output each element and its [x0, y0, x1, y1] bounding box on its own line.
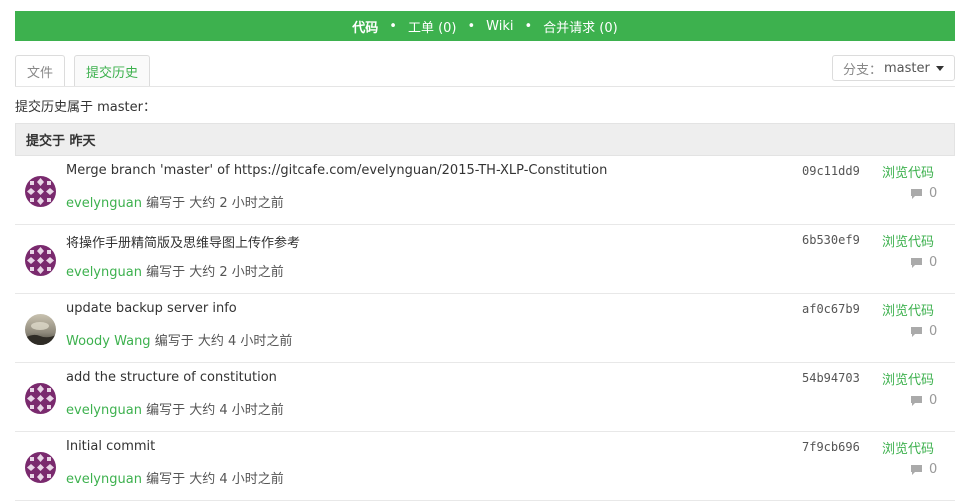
commit-time: 编写于 大约 4 小时之前	[154, 334, 293, 349]
commit-row: Initial commit evelynguan 编写于 大约 4 小时之前 …	[15, 432, 955, 501]
tabs-divider	[15, 86, 955, 87]
browse-code-link[interactable]: 浏览代码	[882, 438, 934, 457]
nav-wiki[interactable]: Wiki	[486, 19, 513, 34]
nav-code[interactable]: 代码	[352, 17, 378, 36]
commit-sha[interactable]: af0c67b9	[802, 302, 860, 316]
commit-meta: evelynguan 编写于 大约 2 小时之前	[66, 261, 284, 280]
commit-meta: evelynguan 编写于 大约 2 小时之前	[66, 192, 284, 211]
browse-code-link[interactable]: 浏览代码	[882, 162, 934, 181]
commit-time: 编写于 大约 4 小时之前	[146, 472, 284, 487]
branch-selector[interactable]: 分支： master	[832, 55, 955, 81]
comment-count-value: 0	[929, 324, 938, 339]
repo-nav-bar: 代码 • 工单 (0) • Wiki • 合并请求 (0)	[15, 11, 955, 41]
commit-group-header: 提交于 昨天	[15, 123, 955, 156]
commit-time: 编写于 大约 2 小时之前	[146, 196, 284, 211]
commit-author[interactable]: evelynguan	[66, 472, 142, 487]
commit-sha[interactable]: 7f9cb696	[802, 440, 860, 454]
commit-list: Merge branch 'master' of https://gitcafe…	[15, 156, 955, 501]
avatar[interactable]	[25, 314, 56, 345]
commit-author[interactable]: Woody Wang	[66, 334, 151, 349]
commit-meta: Woody Wang 编写于 大约 4 小时之前	[66, 330, 292, 349]
comment-count[interactable]: 0	[910, 255, 937, 270]
caret-down-icon	[935, 65, 944, 71]
browse-code-link[interactable]: 浏览代码	[882, 231, 934, 250]
comment-icon	[911, 326, 922, 337]
commit-message[interactable]: Merge branch 'master' of https://gitcafe…	[66, 163, 607, 178]
nav-separator: •	[389, 18, 397, 34]
commit-sha[interactable]: 6b530ef9	[802, 233, 860, 247]
commit-author[interactable]: evelynguan	[66, 196, 142, 211]
comment-icon	[911, 257, 922, 268]
commit-author[interactable]: evelynguan	[66, 403, 142, 418]
browse-code-link[interactable]: 浏览代码	[882, 300, 934, 319]
commit-author[interactable]: evelynguan	[66, 265, 142, 280]
comment-count[interactable]: 0	[910, 324, 937, 339]
comment-count[interactable]: 0	[910, 186, 937, 201]
commit-message[interactable]: update backup server info	[66, 301, 237, 316]
comment-icon	[911, 464, 922, 475]
commit-message[interactable]: add the structure of constitution	[66, 370, 277, 385]
commit-row: Merge branch 'master' of https://gitcafe…	[15, 156, 955, 225]
branch-label: 分支：	[843, 62, 883, 78]
comment-count[interactable]: 0	[910, 462, 937, 477]
branch-value: master	[884, 60, 930, 76]
commit-sha[interactable]: 09c11dd9	[802, 164, 860, 178]
avatar[interactable]	[25, 245, 56, 276]
nav-issues[interactable]: 工单 (0)	[408, 17, 457, 36]
history-title: 提交历史属于 master：	[15, 100, 156, 115]
commit-time: 编写于 大约 2 小时之前	[146, 265, 284, 280]
avatar[interactable]	[25, 176, 56, 207]
commit-message[interactable]: Initial commit	[66, 439, 155, 454]
comment-count-value: 0	[929, 462, 938, 477]
nav-separator: •	[524, 18, 533, 34]
tab-files[interactable]: 文件	[15, 55, 66, 87]
avatar[interactable]	[25, 452, 56, 483]
commit-sha[interactable]: 54b94703	[802, 371, 860, 385]
comment-icon	[911, 188, 922, 199]
commit-time: 编写于 大约 4 小时之前	[146, 403, 284, 418]
comment-count-value: 0	[929, 186, 938, 201]
commit-row: add the structure of constitution evelyn…	[15, 363, 955, 432]
comment-count[interactable]: 0	[910, 393, 937, 408]
nav-pull-requests[interactable]: 合并请求 (0)	[543, 17, 618, 36]
commit-meta: evelynguan 编写于 大约 4 小时之前	[66, 399, 284, 418]
browse-code-link[interactable]: 浏览代码	[882, 369, 934, 388]
commit-row: update backup server info Woody Wang 编写于…	[15, 294, 955, 363]
tab-commit-history[interactable]: 提交历史	[74, 55, 151, 87]
avatar[interactable]	[25, 383, 56, 414]
comment-count-value: 0	[929, 255, 938, 270]
comment-icon	[911, 395, 922, 406]
commit-row: 将操作手册精简版及思维导图上传作参考 evelynguan 编写于 大约 2 小…	[15, 225, 955, 294]
commit-message[interactable]: 将操作手册精简版及思维导图上传作参考	[66, 232, 300, 251]
commit-meta: evelynguan 编写于 大约 4 小时之前	[66, 468, 284, 487]
nav-separator: •	[467, 18, 476, 34]
comment-count-value: 0	[929, 393, 938, 408]
file-tabs: 文件 提交历史	[15, 55, 159, 87]
